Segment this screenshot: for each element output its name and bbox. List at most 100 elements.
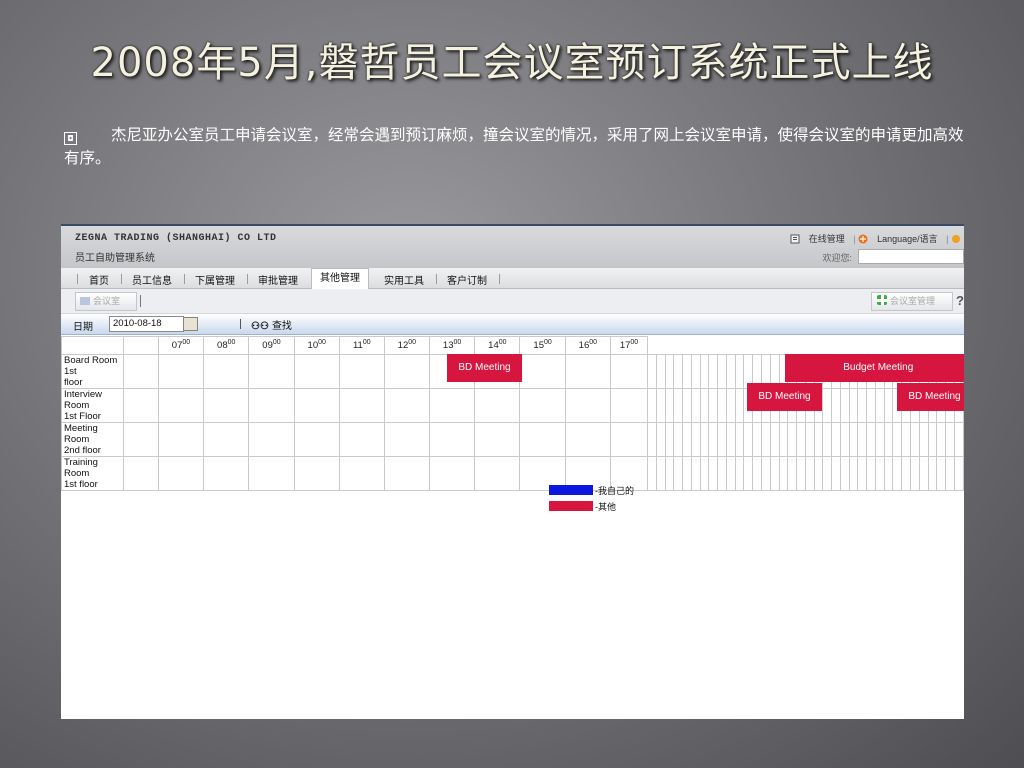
time-slot[interactable]	[157, 456, 205, 491]
time-slot[interactable]	[248, 456, 295, 491]
time-slot[interactable]	[664, 354, 675, 389]
time-slot[interactable]	[796, 422, 806, 457]
time-slot[interactable]	[655, 456, 666, 491]
time-slot[interactable]	[874, 422, 885, 457]
time-slot[interactable]	[664, 422, 675, 457]
tab-subordinates[interactable]: 下属管理	[195, 272, 235, 287]
time-slot[interactable]	[822, 388, 833, 423]
time-slot[interactable]	[734, 422, 745, 457]
time-slot[interactable]	[831, 388, 841, 423]
time-slot[interactable]	[383, 388, 430, 423]
time-slot[interactable]	[293, 456, 340, 491]
time-slot[interactable]	[338, 354, 385, 389]
time-slot[interactable]	[123, 354, 159, 389]
booking-block[interactable]: BD Meeting	[897, 383, 964, 411]
time-slot[interactable]	[428, 388, 476, 423]
tab-home[interactable]: 首页	[89, 272, 109, 287]
time-slot[interactable]	[708, 456, 719, 491]
time-slot[interactable]	[804, 422, 815, 457]
time-slot[interactable]	[123, 388, 159, 423]
time-slot[interactable]	[734, 354, 745, 389]
time-slot[interactable]	[769, 422, 780, 457]
booking-block[interactable]: BD Meeting	[447, 354, 522, 382]
time-slot[interactable]	[647, 354, 657, 389]
time-slot[interactable]	[787, 456, 798, 491]
time-slot[interactable]	[655, 422, 666, 457]
tab-tools[interactable]: 实用工具	[384, 272, 424, 287]
time-slot[interactable]	[813, 422, 824, 457]
find-button[interactable]: ⚇⚇ 查找	[251, 317, 292, 332]
time-slot[interactable]	[822, 422, 833, 457]
time-slot[interactable]	[474, 456, 521, 491]
time-slot[interactable]	[787, 422, 798, 457]
help-icon[interactable]: ?	[956, 293, 964, 308]
time-slot[interactable]	[609, 354, 649, 389]
calendar-icon[interactable]	[183, 317, 198, 331]
time-slot[interactable]	[428, 422, 476, 457]
time-slot[interactable]	[725, 388, 736, 423]
time-slot[interactable]	[682, 388, 692, 423]
time-slot[interactable]	[123, 422, 159, 457]
time-slot[interactable]	[857, 456, 868, 491]
time-slot[interactable]	[664, 388, 675, 423]
time-slot[interactable]	[743, 422, 754, 457]
tab-employee-info[interactable]: 员工信息	[132, 272, 172, 287]
time-slot[interactable]	[157, 354, 205, 389]
time-slot[interactable]	[519, 388, 566, 423]
time-slot[interactable]	[647, 422, 657, 457]
logout-icon[interactable]	[951, 234, 961, 244]
time-slot[interactable]	[778, 422, 789, 457]
date-input[interactable]: 2010-08-18	[109, 316, 184, 332]
time-slot[interactable]	[717, 388, 727, 423]
room-manage-button[interactable]: 会议室管理	[871, 292, 953, 311]
time-slot[interactable]	[293, 354, 340, 389]
time-slot[interactable]	[699, 388, 710, 423]
booking-block[interactable]: Budget Meeting	[784, 354, 964, 382]
time-slot[interactable]	[682, 422, 692, 457]
time-slot[interactable]	[248, 354, 295, 389]
time-slot[interactable]	[717, 422, 727, 457]
time-slot[interactable]	[682, 456, 692, 491]
time-slot[interactable]	[760, 456, 771, 491]
time-slot[interactable]	[857, 388, 868, 423]
time-slot[interactable]	[804, 456, 815, 491]
time-slot[interactable]	[831, 422, 841, 457]
time-slot[interactable]	[474, 388, 521, 423]
time-slot[interactable]	[909, 422, 920, 457]
time-slot[interactable]	[699, 422, 710, 457]
time-slot[interactable]	[945, 456, 955, 491]
time-slot[interactable]	[743, 456, 754, 491]
time-slot[interactable]	[293, 422, 340, 457]
time-slot[interactable]	[338, 422, 385, 457]
time-slot[interactable]	[157, 388, 205, 423]
time-slot[interactable]	[664, 456, 675, 491]
time-slot[interactable]	[909, 456, 920, 491]
time-slot[interactable]	[918, 422, 929, 457]
time-slot[interactable]	[927, 456, 938, 491]
time-slot[interactable]	[874, 388, 885, 423]
time-slot[interactable]	[293, 388, 340, 423]
time-slot[interactable]	[796, 456, 806, 491]
time-slot[interactable]	[647, 388, 657, 423]
time-slot[interactable]	[848, 422, 859, 457]
time-slot[interactable]	[203, 388, 250, 423]
tab-other-management[interactable]: 其他管理	[311, 268, 369, 289]
time-slot[interactable]	[690, 456, 701, 491]
time-slot[interactable]	[383, 456, 430, 491]
booking-block[interactable]: BD Meeting	[747, 383, 822, 411]
time-slot[interactable]	[874, 456, 885, 491]
time-slot[interactable]	[248, 422, 295, 457]
time-slot[interactable]	[690, 422, 701, 457]
time-slot[interactable]	[839, 456, 850, 491]
time-slot[interactable]	[682, 354, 692, 389]
time-slot[interactable]	[383, 354, 430, 389]
time-slot[interactable]	[813, 456, 824, 491]
time-slot[interactable]	[769, 456, 780, 491]
time-slot[interactable]	[822, 456, 833, 491]
time-slot[interactable]	[752, 422, 762, 457]
time-slot[interactable]	[673, 354, 684, 389]
online-manage-link[interactable]: 在线管理	[809, 234, 845, 244]
time-slot[interactable]	[936, 456, 947, 491]
time-slot[interactable]	[848, 388, 859, 423]
time-slot[interactable]	[655, 388, 666, 423]
